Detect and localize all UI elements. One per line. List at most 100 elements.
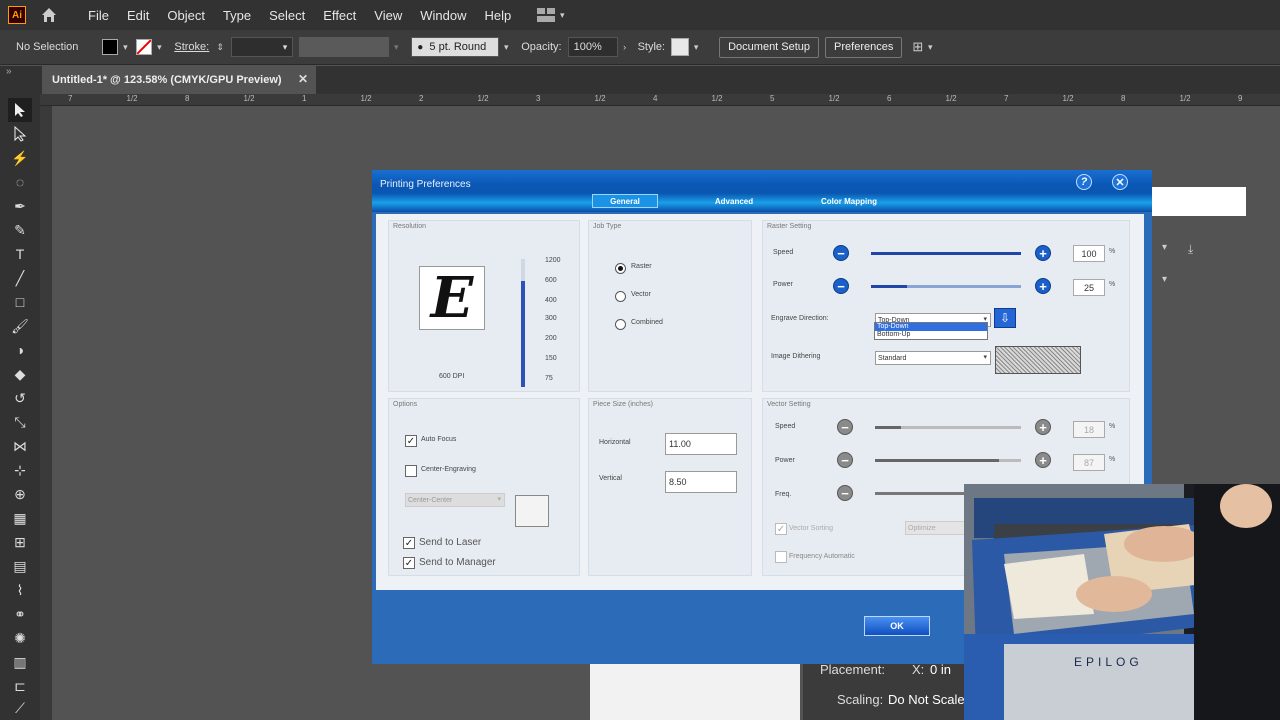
ok-button[interactable]: OK xyxy=(864,616,930,636)
home-icon[interactable] xyxy=(40,6,58,24)
panel-dropdown-icon[interactable]: ▾ xyxy=(1162,242,1167,253)
arrange-dropdown-icon[interactable]: ▾ xyxy=(923,42,937,53)
menu-help[interactable]: Help xyxy=(484,8,511,23)
preferences-button[interactable]: Preferences xyxy=(825,36,903,58)
menu-window[interactable]: Window xyxy=(420,8,466,23)
stroke-swatch[interactable] xyxy=(136,39,153,55)
vector-sorting-checkbox[interactable]: ✓ xyxy=(775,523,787,535)
paintbrush-tool-icon[interactable]: 🖌 xyxy=(10,316,30,336)
symbol-sprayer-tool-icon[interactable]: ✺ xyxy=(10,628,30,648)
menu-view[interactable]: View xyxy=(374,8,402,23)
tab-color-mapping[interactable]: Color Mapping xyxy=(812,194,886,208)
fill-dropdown-icon[interactable]: ▾ xyxy=(118,42,132,53)
raster-speed-value[interactable]: 100 xyxy=(1073,245,1105,262)
vector-speed-value[interactable]: 18 xyxy=(1073,421,1105,438)
blob-brush-tool-icon[interactable]: ◑ xyxy=(10,340,30,360)
direct-selection-tool-icon[interactable] xyxy=(10,124,30,144)
width-tool-icon[interactable]: ⋈ xyxy=(10,436,30,456)
opacity-field[interactable]: 100% xyxy=(567,37,618,57)
auto-focus-checkbox[interactable]: ✓ xyxy=(405,435,417,447)
vector-speed-increase-button[interactable]: + xyxy=(1035,419,1051,435)
brush-definition[interactable]: ● 5 pt. Round xyxy=(411,37,500,57)
eraser-tool-icon[interactable]: ◆ xyxy=(10,364,30,384)
vector-power-decrease-button[interactable]: − xyxy=(837,452,853,468)
raster-speed-increase-button[interactable]: + xyxy=(1035,245,1051,261)
raster-radio[interactable] xyxy=(615,263,626,274)
free-transform-tool-icon[interactable]: ⊹ xyxy=(10,460,30,480)
column-graph-tool-icon[interactable]: ▥ xyxy=(10,652,30,672)
menu-type[interactable]: Type xyxy=(223,8,251,23)
slice-tool-icon[interactable]: ⟋ xyxy=(10,698,30,718)
curvature-tool-icon[interactable]: ✎ xyxy=(10,220,30,240)
variable-width-profile[interactable] xyxy=(299,37,390,57)
document-tab[interactable]: Untitled-1* @ 123.58% (CMYK/GPU Preview)… xyxy=(42,66,316,94)
scale-tool-icon[interactable]: ⤡ xyxy=(10,412,30,432)
menu-edit[interactable]: Edit xyxy=(127,8,149,23)
rectangle-tool-icon[interactable]: □ xyxy=(10,292,30,312)
close-icon[interactable]: ✕ xyxy=(1112,174,1128,190)
frequency-automatic-checkbox[interactable] xyxy=(775,551,787,563)
center-position-select[interactable]: Center-Center ▾ xyxy=(405,493,505,507)
artboard-tool-icon[interactable]: ⊏ xyxy=(10,676,30,696)
brush-dropdown-icon[interactable]: ▾ xyxy=(499,42,513,53)
raster-speed-decrease-button[interactable]: − xyxy=(833,245,849,261)
menu-object[interactable]: Object xyxy=(167,8,205,23)
fill-swatch[interactable] xyxy=(102,39,119,55)
raster-power-decrease-button[interactable]: − xyxy=(833,278,849,294)
line-tool-icon[interactable]: ╱ xyxy=(10,268,30,288)
stroke-stepper-icon[interactable]: ⇕ xyxy=(213,42,227,53)
style-dropdown-icon[interactable]: ▾ xyxy=(689,42,703,53)
combined-radio[interactable] xyxy=(615,319,626,330)
dpi-slider-fill[interactable] xyxy=(521,281,525,387)
save-preset-icon[interactable]: ⤓ xyxy=(1188,242,1193,257)
workspace-dropdown-icon[interactable]: ▾ xyxy=(555,10,569,21)
raster-power-increase-button[interactable]: + xyxy=(1035,278,1051,294)
arrange-icon[interactable]: ⊞ xyxy=(912,39,923,55)
menu-file[interactable]: File xyxy=(88,8,109,23)
collapse-panels-icon[interactable]: » xyxy=(6,66,12,77)
mesh-tool-icon[interactable]: ⊞ xyxy=(10,532,30,552)
tab-advanced[interactable]: Advanced xyxy=(702,194,766,208)
rotate-tool-icon[interactable]: ↺ xyxy=(10,388,30,408)
help-icon[interactable]: ? xyxy=(1076,174,1092,190)
eyedropper-tool-icon[interactable]: ⌇ xyxy=(10,580,30,600)
pen-tool-icon[interactable]: ✒ xyxy=(10,196,30,216)
stroke-dropdown-icon[interactable]: ▾ xyxy=(152,42,166,53)
menu-select[interactable]: Select xyxy=(269,8,305,23)
vertical-field[interactable]: 8.50 xyxy=(665,471,737,493)
blend-tool-icon[interactable]: ⚭ xyxy=(10,604,30,624)
vector-power-value[interactable]: 87 xyxy=(1073,454,1105,471)
option-bottom-up[interactable]: Bottom-Up xyxy=(875,331,987,339)
lasso-tool-icon[interactable]: ◌ xyxy=(10,172,30,192)
x-value[interactable]: 0 in xyxy=(930,662,951,677)
document-setup-button[interactable]: Document Setup xyxy=(719,36,820,58)
shape-builder-tool-icon[interactable]: ⊕ xyxy=(10,484,30,504)
image-dithering-select[interactable]: Standard ▾ xyxy=(875,351,991,365)
vector-freq-decrease-button[interactable]: − xyxy=(837,485,853,501)
type-tool-icon[interactable]: T xyxy=(10,244,30,264)
close-tab-icon[interactable]: ✕ xyxy=(298,72,308,86)
tab-general[interactable]: General xyxy=(592,194,658,208)
workspace-switcher-icon[interactable] xyxy=(537,8,556,22)
center-engraving-checkbox[interactable] xyxy=(405,465,417,477)
profile-dropdown-icon[interactable]: ▾ xyxy=(389,42,403,53)
horizontal-field[interactable]: 11.00 xyxy=(665,433,737,455)
scaling-value[interactable]: Do Not Scale xyxy=(888,692,965,707)
panel-dropdown-icon-2[interactable]: ▾ xyxy=(1162,274,1167,285)
menu-effect[interactable]: Effect xyxy=(323,8,356,23)
vector-radio[interactable] xyxy=(615,291,626,302)
engrave-direction-dropdown-list[interactable]: Top-Down Bottom-Up xyxy=(874,322,988,340)
stroke-weight-field[interactable]: ▾ xyxy=(231,37,294,57)
style-swatch[interactable] xyxy=(671,38,690,56)
gradient-tool-icon[interactable]: ▤ xyxy=(10,556,30,576)
raster-power-value[interactable]: 25 xyxy=(1073,279,1105,296)
magic-wand-tool-icon[interactable]: ⚡ xyxy=(10,148,30,168)
vector-speed-decrease-button[interactable]: − xyxy=(837,419,853,435)
selection-tool-icon[interactable] xyxy=(8,98,32,122)
option-top-down[interactable]: Top-Down xyxy=(875,323,987,331)
opacity-arrow-icon[interactable]: › xyxy=(618,42,632,52)
send-to-laser-checkbox[interactable]: ✓ xyxy=(403,537,415,549)
vector-power-increase-button[interactable]: + xyxy=(1035,452,1051,468)
perspective-grid-tool-icon[interactable]: ▦ xyxy=(10,508,30,528)
send-to-manager-checkbox[interactable]: ✓ xyxy=(403,557,415,569)
